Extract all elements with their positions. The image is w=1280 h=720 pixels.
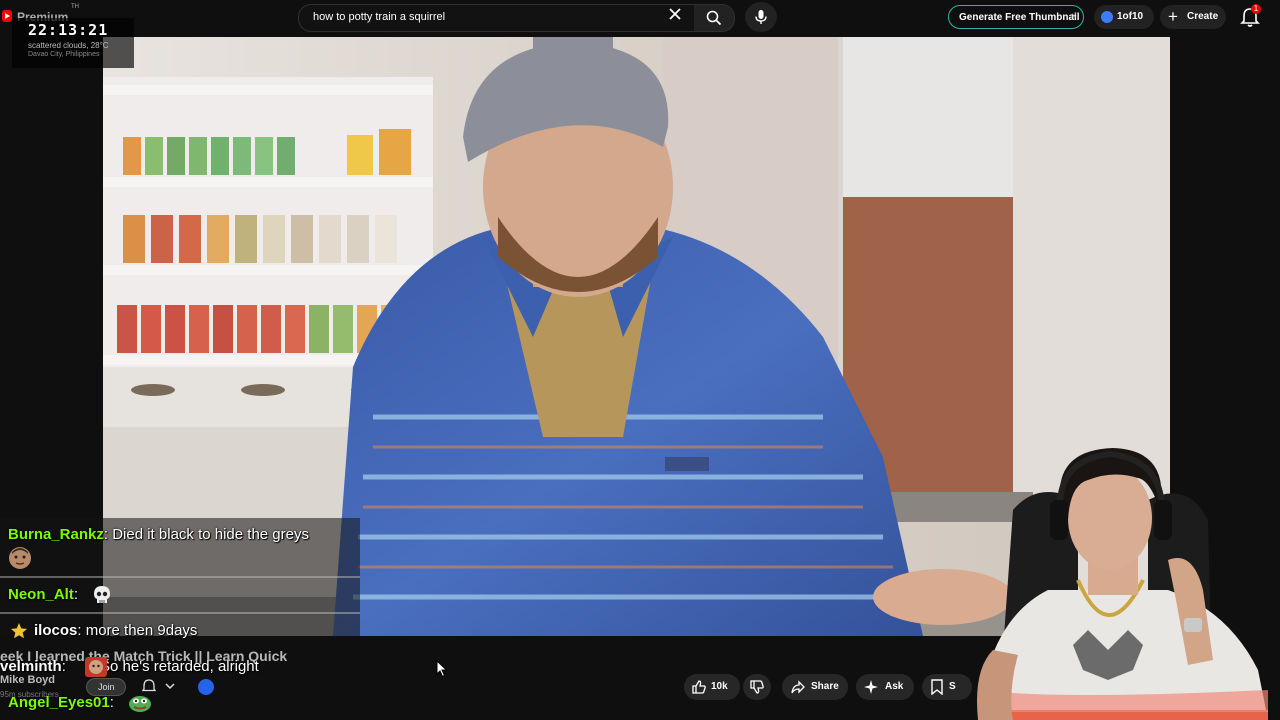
pepe-emote-icon bbox=[129, 696, 151, 712]
chat-separator: : bbox=[103, 526, 113, 543]
chat-text: more then 9days bbox=[85, 622, 198, 639]
chat-message: Angel_Eyes01: bbox=[8, 694, 114, 711]
chat-divider bbox=[0, 576, 360, 578]
clock-time: 22:13:21 bbox=[28, 21, 109, 39]
sparkle-icon bbox=[864, 680, 878, 694]
chat-message: Neon_Alt: bbox=[8, 586, 78, 603]
premium-sup: TH bbox=[71, 4, 79, 10]
chat-username: velminth bbox=[0, 658, 62, 675]
chat-separator: : bbox=[77, 622, 86, 639]
generate-thumbnail-button[interactable]: Generate Free Thumbnail × bbox=[948, 5, 1084, 29]
search-box bbox=[298, 4, 696, 32]
skull-emote-icon bbox=[94, 586, 110, 603]
notification-badge: 1 bbox=[1251, 4, 1261, 14]
share-button[interactable]: Share bbox=[782, 674, 848, 700]
webcam-image bbox=[977, 448, 1268, 720]
chat-message: velminth: So he's retarded, alright bbox=[0, 658, 259, 675]
like-button[interactable]: 10k bbox=[684, 674, 740, 700]
clock-weather: scattered clouds, 28°C bbox=[28, 41, 109, 50]
count-button[interactable]: 1of10 bbox=[1094, 5, 1154, 29]
clock-overlay: 22:13:21 scattered clouds, 28°C Davao Ci… bbox=[12, 18, 134, 68]
share-label: Share bbox=[811, 681, 839, 692]
chat-text: Died it black to hide the greys bbox=[112, 526, 309, 543]
like-count: 10k bbox=[711, 681, 728, 692]
count-icon bbox=[1101, 11, 1113, 23]
thumbs-down-icon bbox=[750, 680, 764, 694]
mouse-cursor-icon bbox=[436, 660, 448, 678]
chat-divider bbox=[0, 612, 360, 614]
stream-chat-overlay: Burna_Rankz: Died it black to hide the g… bbox=[0, 518, 360, 720]
face-emote-icon bbox=[85, 657, 107, 677]
voice-search-button[interactable] bbox=[745, 2, 777, 32]
chat-message: ilocos: more then 9days bbox=[34, 622, 197, 639]
chat-username: Neon_Alt bbox=[8, 586, 74, 603]
chat-separator: : bbox=[109, 694, 114, 711]
streamer-webcam bbox=[938, 440, 1280, 720]
top-bar: Premium TH Generate Free Thumbnail × 1of… bbox=[0, 0, 1280, 36]
microphone-icon bbox=[755, 10, 767, 24]
share-icon bbox=[791, 680, 805, 694]
star-badge-icon bbox=[11, 623, 27, 639]
chat-text: So he's retarded, alright bbox=[100, 658, 259, 675]
chat-separator: : bbox=[73, 586, 79, 603]
search-input[interactable] bbox=[311, 10, 655, 24]
face-emote-icon bbox=[9, 547, 31, 569]
youtube-logo-icon[interactable] bbox=[2, 10, 12, 22]
count-label: 1of10 bbox=[1117, 11, 1144, 22]
clock-location: Davao City, Philippines bbox=[28, 51, 100, 58]
plus-icon: + bbox=[1168, 7, 1178, 26]
chat-username: ilocos bbox=[34, 622, 78, 639]
create-button[interactable]: + Create bbox=[1160, 5, 1226, 29]
chat-username: Angel_Eyes01 bbox=[8, 694, 110, 711]
ask-button[interactable]: Ask bbox=[856, 674, 914, 700]
search-icon bbox=[706, 10, 722, 26]
search-button[interactable] bbox=[694, 4, 735, 32]
chat-separator: : bbox=[61, 658, 71, 675]
chat-username: Burna_Rankz bbox=[8, 526, 104, 543]
create-label: Create bbox=[1187, 11, 1219, 22]
ask-label: Ask bbox=[885, 681, 904, 692]
clear-icon[interactable] bbox=[668, 7, 682, 21]
close-icon[interactable]: × bbox=[1071, 11, 1077, 22]
thumbs-up-icon bbox=[692, 680, 706, 694]
generate-thumbnail-label: Generate Free Thumbnail bbox=[959, 12, 1080, 23]
dislike-button[interactable] bbox=[743, 674, 771, 700]
chat-message: Burna_Rankz: Died it black to hide the g… bbox=[8, 526, 309, 543]
